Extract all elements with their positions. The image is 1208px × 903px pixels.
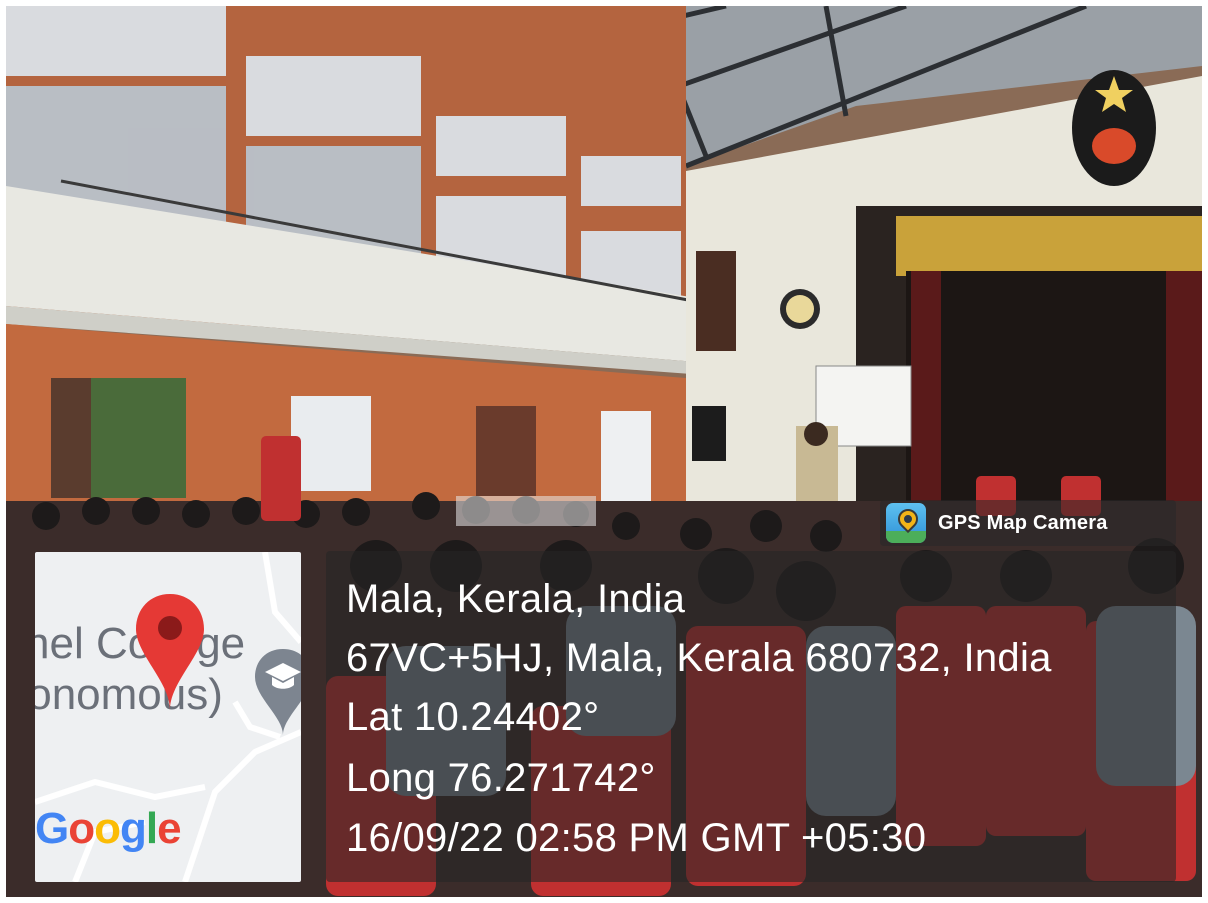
- google-logo-letter: G: [35, 804, 69, 853]
- gps-map-camera-app-icon: [886, 503, 926, 543]
- map-thumbnail: hel College tonomous) Google: [35, 552, 301, 882]
- google-logo-letter: o: [68, 804, 95, 853]
- google-logo-letter: g: [120, 804, 147, 853]
- address: 67VC+5HJ, Mala, Kerala 680732, India: [346, 636, 1052, 680]
- datetime-stamp: 16/09/22 02:58 PM GMT +05:30: [346, 816, 927, 860]
- red-location-pin-icon: [136, 594, 204, 710]
- google-logo-letter: o: [94, 804, 121, 853]
- gps-map-camera-badge: GPS Map Camera: [880, 500, 1176, 546]
- google-logo-letter: l: [145, 804, 158, 853]
- google-logo-letter: e: [157, 804, 182, 853]
- badge-label: GPS Map Camera: [938, 511, 1108, 534]
- place-name: Mala, Kerala, India: [346, 577, 686, 621]
- longitude: Long 76.271742°: [346, 756, 656, 800]
- graduation-cap-icon: [255, 649, 301, 735]
- location-info-panel: Mala, Kerala, India 67VC+5HJ, Mala, Kera…: [326, 551, 1176, 882]
- latitude: Lat 10.24402°: [346, 695, 600, 739]
- google-logo: Google: [35, 804, 182, 854]
